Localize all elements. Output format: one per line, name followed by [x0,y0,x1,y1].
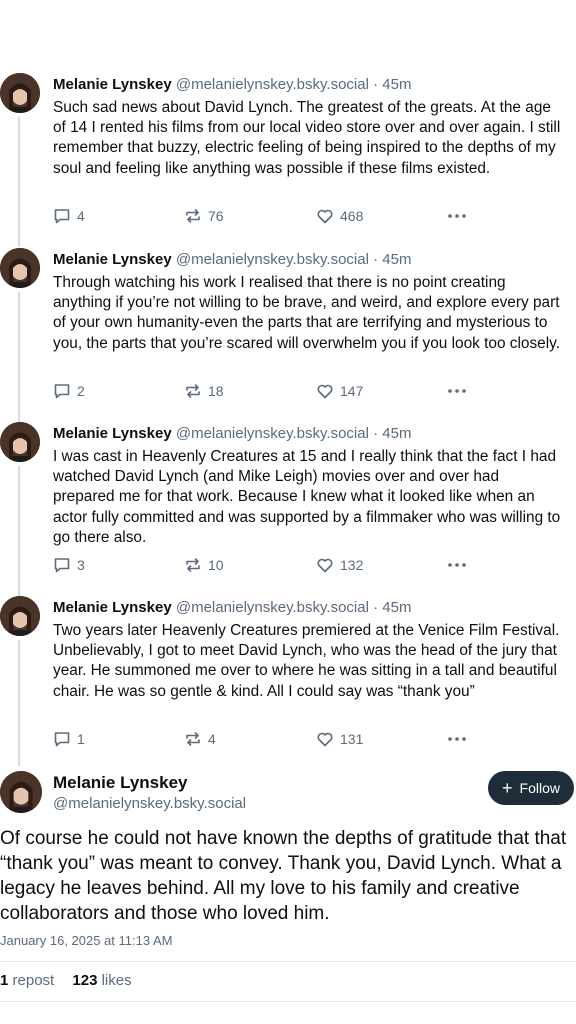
post-text: Such sad news about David Lynch. The gre… [53,99,561,177]
repost-count: 18 [208,383,224,399]
repost-stat-count: 1 [0,972,9,989]
more-icon [448,214,466,218]
repost-button[interactable]: 10 [184,556,224,574]
like-count: 468 [340,208,364,224]
thread-line [18,466,20,596]
author-handle[interactable]: @melanielynskey.bsky.social [53,794,246,814]
reply-button[interactable]: 4 [53,207,85,225]
reply-icon [54,732,70,747]
main-post-text: Of course he could not have known the de… [0,828,567,924]
post-time: · 45m [373,251,412,268]
avatar[interactable] [0,422,40,462]
thread-line [18,117,20,247]
more-options-button[interactable] [447,382,467,405]
author-handle[interactable]: @melanielynskey.bsky.social [176,425,369,442]
reply-button[interactable]: 2 [53,382,85,400]
action-bar: 2 18 147 [53,382,473,402]
action-bar: 4 76 468 [53,207,473,227]
post-text: Through watching his work I realised tha… [53,274,560,352]
more-options-button[interactable] [447,730,467,753]
reply-icon [54,209,70,224]
divider [0,961,576,962]
plus-icon: + [502,778,513,798]
repost-stat-label: repost [12,972,55,989]
like-button[interactable]: 147 [316,382,363,400]
reply-button[interactable]: 1 [53,730,85,748]
like-count: 132 [340,557,364,573]
like-button[interactable]: 132 [316,556,363,574]
like-icon [317,558,333,573]
post-header: Melanie Lynskey @melanielynskey.bsky.soc… [53,424,411,444]
reply-count: 2 [77,383,85,399]
action-bar: 3 10 132 [53,556,473,576]
repost-stat[interactable]: 1 repost [0,972,54,989]
post-text: I was cast in Heavenly Creatures at 15 a… [53,448,561,546]
post-header: Melanie Lynskey @melanielynskey.bsky.soc… [53,598,411,618]
more-icon [448,563,466,567]
post-header: Melanie Lynskey @melanielynskey.bsky.soc… [53,75,411,95]
like-icon [317,384,333,399]
avatar[interactable] [0,596,40,636]
thread-line [18,292,20,422]
reply-icon [54,558,70,573]
repost-button[interactable]: 76 [184,207,224,225]
follow-label: Follow [519,780,560,796]
post-timestamp[interactable]: January 16, 2025 at 11:13 AM [0,933,173,948]
thread-line [18,640,20,766]
engagement-stats: 1 repost 123 likes [0,972,132,989]
like-icon [317,209,333,224]
repost-button[interactable]: 18 [184,382,224,400]
more-options-button[interactable] [447,207,467,230]
more-icon [448,389,466,393]
more-options-button[interactable] [447,556,467,579]
like-button[interactable]: 131 [316,730,363,748]
reply-count: 4 [77,208,85,224]
author-handle[interactable]: @melanielynskey.bsky.social [176,251,369,268]
author-name[interactable]: Melanie Lynskey [53,772,188,794]
repost-button[interactable]: 4 [184,730,216,748]
author-handle[interactable]: @melanielynskey.bsky.social [176,599,369,616]
post-header: Melanie Lynskey @melanielynskey.bsky.soc… [53,250,411,270]
post-time: · 45m [373,599,412,616]
avatar[interactable] [0,771,42,813]
post-time: · 45m [373,425,412,442]
reply-count: 3 [77,557,85,573]
repost-icon [186,558,200,572]
like-button[interactable]: 468 [316,207,363,225]
avatar[interactable] [0,248,40,288]
action-bar: 1 4 131 [53,730,473,750]
like-count: 147 [340,383,364,399]
repost-count: 4 [208,731,216,747]
repost-icon [186,732,200,746]
like-stat-label: likes [101,972,132,989]
author-name[interactable]: Melanie Lynskey [53,425,172,442]
like-stat-count: 123 [72,972,98,989]
repost-icon [186,384,200,398]
reply-count: 1 [77,731,85,747]
more-icon [448,737,466,741]
author-name[interactable]: Melanie Lynskey [53,76,172,93]
post-time: · 45m [373,76,412,93]
author-handle[interactable]: @melanielynskey.bsky.social [176,76,369,93]
like-stat[interactable]: 123 likes [72,972,131,989]
author-name[interactable]: Melanie Lynskey [53,599,172,616]
post-text: Two years later Heavenly Creatures premi… [53,622,560,700]
like-icon [317,732,333,747]
avatar[interactable] [0,73,40,113]
repost-count: 76 [208,208,224,224]
repost-icon [186,209,200,223]
divider [0,1001,576,1002]
like-count: 131 [340,731,364,747]
reply-icon [54,384,70,399]
follow-button[interactable]: + Follow [488,771,574,805]
reply-button[interactable]: 3 [53,556,85,574]
repost-count: 10 [208,557,224,573]
author-name[interactable]: Melanie Lynskey [53,251,172,268]
